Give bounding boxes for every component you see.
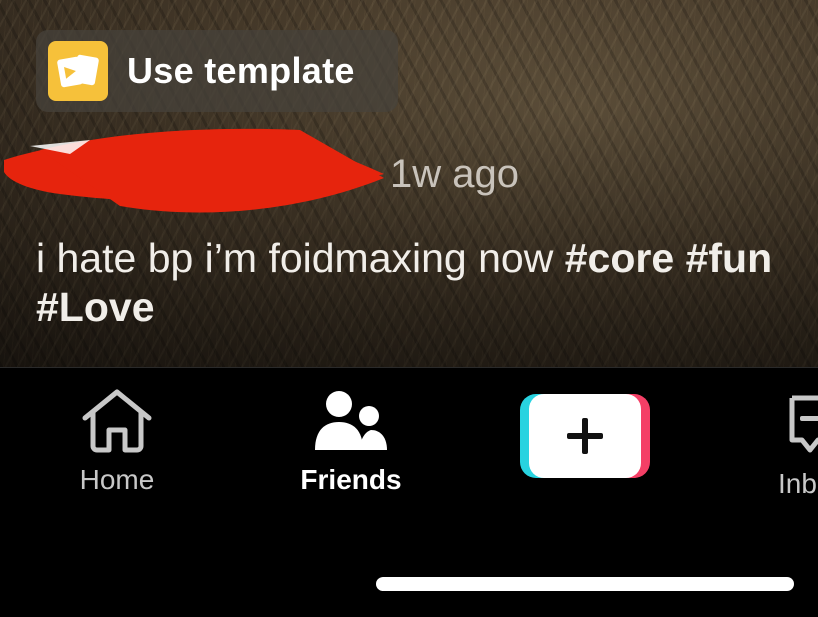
tab-home-label: Home <box>79 464 155 495</box>
post-time-ago: 1w ago <box>390 152 519 196</box>
post-caption: i hate bp i’m foidmaxing now #core #fun … <box>36 234 796 332</box>
caption-text: i hate bp i’m foidmaxing now <box>36 235 554 281</box>
video-background[interactable]: Use template 1w ago i hate bp i’m foidma… <box>0 0 818 367</box>
tab-friends-label: Friends <box>300 464 402 495</box>
tab-friends[interactable]: Friends <box>290 388 412 496</box>
use-template-label: Use template <box>127 50 355 91</box>
use-template-button[interactable]: Use template <box>36 30 398 112</box>
inbox-icon <box>789 395 818 453</box>
hashtag-love[interactable]: #Love <box>36 284 155 330</box>
friends-icon <box>315 391 387 450</box>
home-icon <box>82 389 152 453</box>
create-button-face <box>529 394 641 478</box>
tab-home[interactable]: Home <box>62 388 172 496</box>
create-plus-icon <box>567 418 603 454</box>
tab-inbox[interactable]: Inb <box>778 394 818 500</box>
hashtag-fun[interactable]: #fun <box>686 235 773 281</box>
template-icon <box>48 41 108 101</box>
home-indicator <box>376 577 794 591</box>
create-button[interactable] <box>520 394 650 478</box>
redaction-scribble <box>4 128 384 213</box>
hashtag-core[interactable]: #core <box>565 235 674 281</box>
tab-inbox-label: Inb <box>778 468 817 499</box>
